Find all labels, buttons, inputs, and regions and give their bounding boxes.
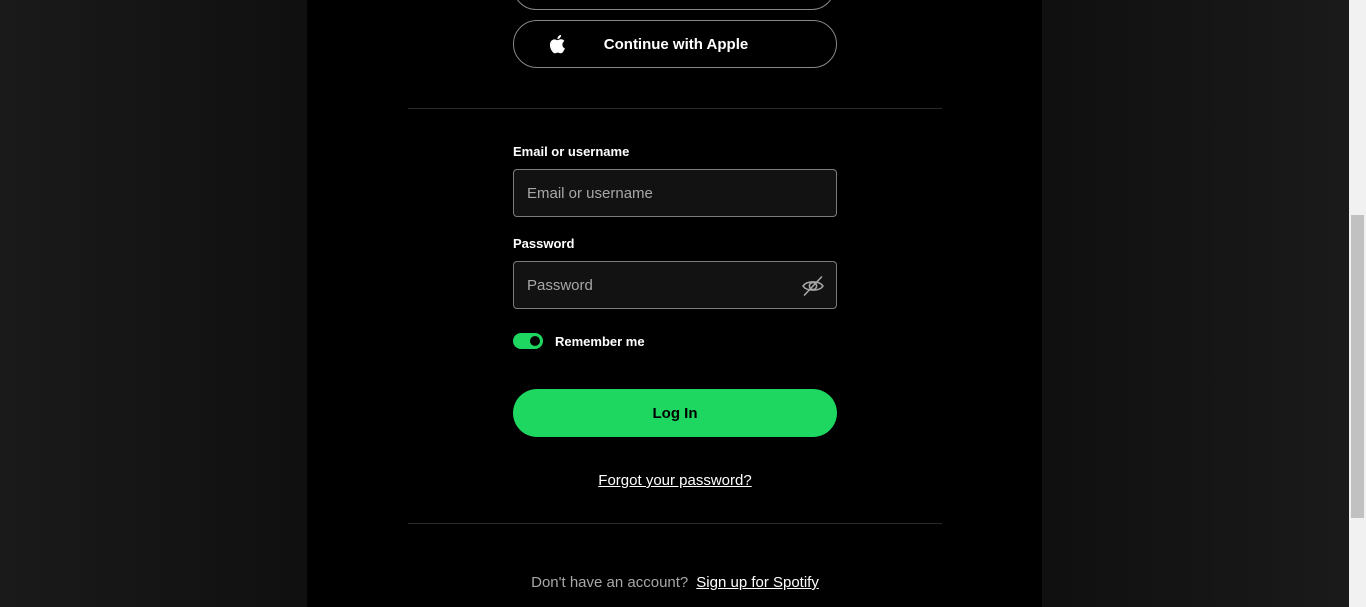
password-field[interactable] (514, 262, 836, 308)
remember-me-toggle[interactable] (513, 333, 543, 349)
continue-with-apple-button[interactable]: Continue with Apple (513, 20, 837, 68)
signup-row: Don't have an account? Sign up for Spotif… (408, 574, 942, 591)
log-in-label: Log In (652, 404, 698, 422)
log-in-button[interactable]: Log In (513, 389, 837, 437)
email-field-container (513, 169, 837, 217)
previous-login-option-button[interactable] (513, 0, 835, 10)
divider-top (408, 108, 942, 109)
signup-prompt: Don't have an account? (531, 574, 689, 591)
toggle-knob (530, 336, 540, 346)
forgot-password-link[interactable]: Forgot your password? (513, 472, 837, 489)
remember-me-label: Remember me (555, 333, 645, 349)
password-label: Password (513, 236, 575, 251)
divider-bottom (408, 523, 942, 524)
remember-me-row: Remember me (513, 333, 645, 349)
signup-link[interactable]: Sign up for Spotify (696, 574, 819, 591)
email-label: Email or username (513, 144, 630, 159)
apple-icon (546, 32, 570, 56)
continue-with-apple-label: Continue with Apple (603, 35, 749, 53)
password-field-container (513, 261, 837, 309)
scrollbar-thumb[interactable] (1351, 215, 1364, 518)
email-field[interactable] (514, 170, 836, 216)
eye-off-icon[interactable] (800, 273, 826, 299)
